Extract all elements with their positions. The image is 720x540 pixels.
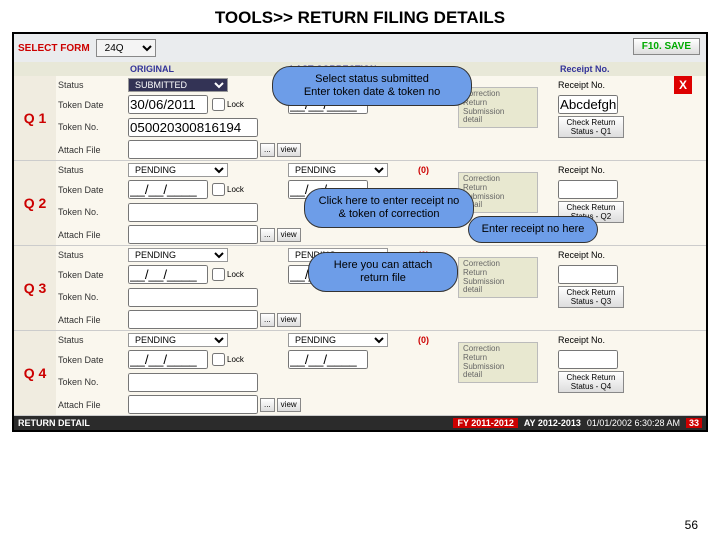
q4-label: Q 4 (14, 331, 56, 415)
footer-fy: FY 2011-2012 (453, 418, 517, 428)
q3-lock-checkbox[interactable] (212, 268, 225, 281)
q1-label: Q 1 (14, 76, 56, 160)
q2-count: (0) (416, 161, 456, 179)
q4-token-date[interactable] (128, 350, 208, 369)
q3-browse-button[interactable]: ... (260, 313, 275, 327)
q3-token-date[interactable] (128, 265, 208, 284)
q1-token-no[interactable] (128, 118, 258, 137)
q3-attach-input[interactable] (128, 310, 258, 329)
statusbar: RETURN DETAIL FY 2011-2012 AY 2012-2013 … (14, 416, 706, 430)
q2-receipt-input[interactable] (558, 180, 618, 199)
callout-4: Enter receipt no here (468, 216, 598, 243)
q3-label: Q 3 (14, 246, 56, 330)
q2-token-no[interactable] (128, 203, 258, 222)
topbar: SELECT FORM 24Q F10. SAVE (14, 34, 706, 62)
q2-lock-checkbox[interactable] (212, 183, 225, 196)
q4-receipt-input[interactable] (558, 350, 618, 369)
label-receipt: Receipt No. (556, 76, 626, 94)
q2-token-date[interactable] (128, 180, 208, 199)
q4-status-select[interactable]: PENDING (128, 333, 228, 347)
q2-label: Q 2 (14, 161, 56, 245)
q1-attach-input[interactable] (128, 140, 258, 159)
q4-attach-input[interactable] (128, 395, 258, 414)
q3-status-select[interactable]: PENDING (128, 248, 228, 262)
select-form-label: SELECT FORM (18, 43, 90, 54)
page-number: 56 (685, 518, 698, 532)
select-form-dropdown[interactable]: 24Q (96, 39, 156, 57)
q3-token-no[interactable] (128, 288, 258, 307)
callout-1: Select status submitted Enter token date… (272, 66, 472, 106)
quarter-q4: Q 4 Status PENDING PENDING (0) Correctio… (14, 331, 706, 416)
q1-lock-checkbox[interactable] (212, 98, 225, 111)
q2-lc-status-select[interactable]: PENDING (288, 163, 388, 177)
q1-check-status-button[interactable]: Check Return Status - Q1 (558, 116, 624, 138)
save-button[interactable]: F10. SAVE (633, 38, 700, 55)
footer-ay: AY 2012-2013 (524, 418, 581, 428)
close-icon[interactable]: X (674, 76, 692, 94)
label-token-date: Token Date (56, 94, 126, 115)
q2-browse-button[interactable]: ... (260, 228, 275, 242)
q4-count: (0) (416, 331, 456, 349)
q2-attach-input[interactable] (128, 225, 258, 244)
q4-check-status-button[interactable]: Check Return Status - Q4 (558, 371, 624, 393)
footer-return-detail: RETURN DETAIL (18, 418, 90, 428)
q2-status-select[interactable]: PENDING (128, 163, 228, 177)
q4-lock-checkbox[interactable] (212, 353, 225, 366)
q4-browse-button[interactable]: ... (260, 398, 275, 412)
label-attach-file: Attach File (56, 139, 126, 160)
label-status: Status (56, 76, 126, 94)
header-receipt: Receipt No. (560, 64, 630, 74)
footer-timestamp: 01/01/2002 6:30:28 AM (587, 418, 680, 428)
slide-title: TOOLS>> RETURN FILING DETAILS (0, 0, 720, 32)
footer-badge: 33 (686, 418, 702, 428)
q3-crs-button[interactable]: Correction Return Submission detail (458, 257, 538, 298)
header-original: ORIGINAL (130, 64, 290, 74)
q1-receipt-input[interactable] (558, 95, 618, 114)
q3-check-status-button[interactable]: Check Return Status - Q3 (558, 286, 624, 308)
callout-2: Click here to enter receipt no & token o… (304, 188, 474, 228)
q1-browse-button[interactable]: ... (260, 143, 275, 157)
callout-3: Here you can attach return file (308, 252, 458, 292)
q4-crs-button[interactable]: Correction Return Submission detail (458, 342, 538, 383)
q1-status-select[interactable]: SUBMITTED (128, 78, 228, 92)
q4-token-no[interactable] (128, 373, 258, 392)
q4-lc-status-select[interactable]: PENDING (288, 333, 388, 347)
q3-receipt-input[interactable] (558, 265, 618, 284)
label-token-no: Token No. (56, 115, 126, 139)
q1-token-date[interactable] (128, 95, 208, 114)
q4-lc-date[interactable] (288, 350, 368, 369)
